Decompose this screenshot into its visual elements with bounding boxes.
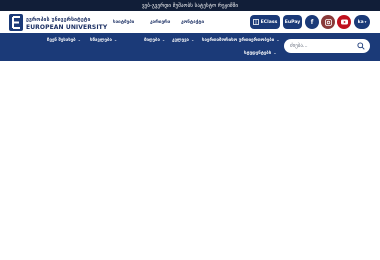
nav-label-admission: მიღება: [144, 38, 160, 43]
chevron-down-icon: ⌄: [190, 37, 195, 42]
search-icon[interactable]: [357, 42, 365, 50]
youtube-button[interactable]: [337, 15, 351, 29]
header: ევროპის უნივერსიტეტი EUROPEAN UNIVERSITY…: [0, 11, 380, 33]
language-selector[interactable]: ka ▾: [354, 15, 370, 29]
nav-item-research[interactable]: კვლევა ⌄: [172, 37, 194, 43]
book-icon: [252, 19, 259, 25]
nav-item-about[interactable]: ჩვენ შესახებ ⌄: [47, 37, 81, 43]
chevron-down-icon: ⌄: [273, 50, 277, 55]
facebook-icon: f: [310, 18, 314, 26]
header-link-career[interactable]: კარიერა: [150, 20, 170, 25]
header-link-sitemap[interactable]: საიტმეპი: [113, 20, 134, 25]
nav-label-students: სტუდენტებს: [244, 51, 272, 56]
language-label: ka: [357, 19, 364, 25]
epay-label: EuPay: [284, 19, 301, 25]
instagram-button[interactable]: [321, 15, 335, 29]
search-placeholder: ძიება...: [290, 43, 308, 49]
nav-label-education: სწავლება: [90, 38, 112, 43]
instagram-icon: [324, 18, 332, 26]
announcement-text: ვებ-გვერდი მუშაობს სატესტო რეჟიმში: [141, 2, 239, 9]
chevron-down-icon: ⌄: [113, 37, 118, 42]
facebook-button[interactable]: f: [305, 15, 319, 29]
nav-item-international[interactable]: საერთაშორისო ურთიერთობები ⌄: [202, 37, 280, 43]
nav-label-research: კვლევა: [172, 38, 189, 43]
nav-item-admission[interactable]: მიღება ⌄: [144, 37, 165, 43]
nav-item-students[interactable]: სტუდენტებს ⌄: [244, 50, 277, 56]
nav-label-about: ჩვენ შესახებ: [47, 38, 76, 43]
chevron-down-icon: ⌄: [276, 37, 280, 42]
chevron-down-icon: ⌄: [77, 37, 81, 42]
nav-item-education[interactable]: სწავლება ⌄: [90, 37, 117, 43]
epay-button[interactable]: EuPay: [283, 15, 302, 29]
university-logo-icon[interactable]: [9, 14, 23, 31]
logo-text-georgian: ევროპის უნივერსიტეტი: [26, 17, 91, 23]
announcement-bar: ვებ-გვერდი მუშაობს სატესტო რეჟიმში: [0, 0, 380, 11]
chevron-down-icon: ⌄: [161, 37, 166, 42]
youtube-icon: [340, 19, 348, 25]
search-box[interactable]: ძიება...: [284, 39, 370, 53]
logo-text-english: EUROPEAN UNIVERSITY: [26, 24, 108, 31]
chevron-down-icon: ▾: [364, 20, 367, 24]
nav-label-international: საერთაშორისო ურთიერთობები: [202, 38, 275, 43]
header-link-contact[interactable]: კონტაქტი: [181, 20, 204, 25]
eclass-button[interactable]: EClass: [250, 15, 280, 29]
eclass-label: EClass: [260, 19, 278, 25]
